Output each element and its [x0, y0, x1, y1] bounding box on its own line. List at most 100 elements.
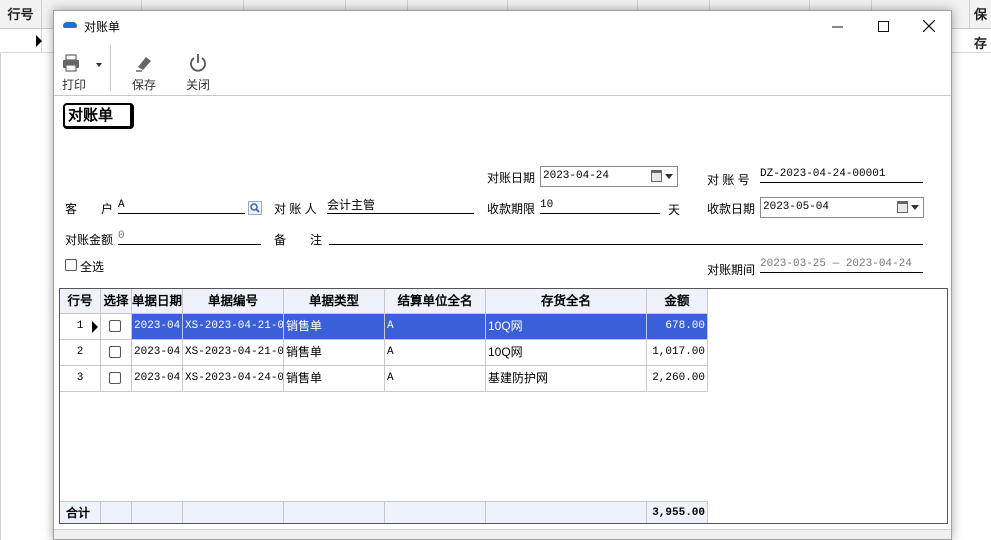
reconcile-date-picker[interactable]: 2023-04-24	[540, 166, 678, 187]
total-cell	[486, 501, 647, 523]
type-cell[interactable]: 销售单	[284, 366, 385, 392]
unit-cell[interactable]: A	[385, 340, 486, 366]
status-bar	[54, 529, 951, 539]
type-cell[interactable]: 销售单	[284, 314, 385, 340]
calendar-icon	[897, 201, 908, 213]
row-no-cell: 2	[60, 340, 101, 366]
total-label: 合计	[60, 501, 101, 523]
column-header-amount[interactable]: 金额	[647, 289, 708, 314]
print-label: 打印	[62, 78, 87, 92]
chevron-down-icon	[96, 63, 102, 67]
reconcile-no-field[interactable]: DZ-2023-04-24-00001	[760, 167, 923, 183]
maximize-button[interactable]	[860, 11, 906, 41]
reconciler-label: 对 账 人	[274, 202, 317, 216]
total-cell	[101, 501, 132, 523]
app-icon	[63, 22, 77, 28]
row-checkbox[interactable]	[109, 320, 121, 332]
collection-period-field[interactable]: 10	[540, 198, 660, 214]
close-button[interactable]: 关闭	[178, 47, 218, 95]
goods-cell[interactable]: 10Q网	[486, 314, 647, 340]
row-checkbox[interactable]	[109, 372, 121, 384]
printer-icon	[63, 54, 102, 72]
column-header-select[interactable]: 选择	[101, 289, 132, 314]
collection-date-label: 收款日期	[707, 202, 756, 216]
date-cell[interactable]: 2023-04-	[132, 366, 183, 392]
reconciler-field[interactable]: 会计主管	[327, 198, 474, 214]
amount-cell[interactable]: 1,017.00	[647, 340, 708, 366]
amount-cell[interactable]: 678.00	[647, 314, 708, 340]
column-header-goods[interactable]: 存货全名	[486, 289, 647, 314]
power-icon	[190, 54, 206, 72]
reconcile-no-label: 对 账 号	[707, 173, 750, 187]
background-col-row-no: 行号	[0, 0, 42, 29]
select-cell	[101, 366, 132, 392]
row-no: 1	[76, 320, 84, 332]
close-icon	[923, 20, 935, 32]
goods-cell[interactable]: 基建防护网	[486, 366, 647, 392]
column-header-date[interactable]: 单据日期	[132, 289, 183, 314]
minimize-icon	[831, 26, 843, 27]
total-cell	[385, 501, 486, 523]
amount-field[interactable]: 0	[118, 229, 261, 245]
collection-date-picker[interactable]: 2023-05-04	[760, 197, 924, 218]
calendar-icon	[651, 170, 662, 182]
column-header-row-no[interactable]: 行号	[60, 289, 101, 314]
goods-cell[interactable]: 10Q网	[486, 340, 647, 366]
minimize-button[interactable]	[814, 11, 860, 41]
reconcile-date-value: 2023-04-24	[543, 170, 610, 182]
save-label: 保存	[131, 78, 156, 92]
select-cell	[101, 314, 132, 340]
unit-cell[interactable]: A	[385, 314, 486, 340]
reconciliation-dialog: 对账单 打印 保存 关闭 对账单 对账日期 2023-04-24 对 账 号 D…	[53, 10, 952, 540]
dialog-title: 对账单	[84, 20, 121, 34]
collection-date-value: 2023-05-04	[763, 201, 830, 213]
total-cell	[284, 501, 385, 523]
row-checkbox[interactable]	[109, 346, 121, 358]
search-icon[interactable]	[248, 201, 262, 215]
column-header-unit[interactable]: 结算单位全名	[385, 289, 486, 314]
total-cell	[183, 501, 284, 523]
dialog-titlebar[interactable]: 对账单	[54, 11, 951, 41]
select-all-label: 全选	[80, 260, 105, 274]
day-unit: 天	[668, 203, 681, 217]
current-row-marker-icon	[92, 321, 98, 333]
unit-cell[interactable]: A	[385, 366, 486, 392]
close-label: 关闭	[185, 78, 210, 92]
chevron-down-icon	[911, 205, 919, 210]
background-col-save: 保存	[970, 0, 991, 51]
total-cell	[132, 501, 183, 523]
code-cell[interactable]: XS-2023-04-21-000	[183, 314, 284, 340]
code-cell[interactable]: XS-2023-04-24-000	[183, 366, 284, 392]
period-field[interactable]: 2023-03-25 — 2023-04-24	[760, 257, 923, 273]
background-row-marker-icon	[36, 35, 42, 47]
remark-field[interactable]	[329, 229, 923, 245]
chevron-down-icon	[665, 174, 673, 179]
toolbar-separator	[110, 45, 111, 91]
period-label: 对账期间	[707, 263, 756, 277]
amount-cell[interactable]: 2,260.00	[647, 366, 708, 392]
print-button[interactable]: 打印	[58, 47, 106, 95]
column-header-code[interactable]: 单据编号	[183, 289, 284, 314]
collection-period-label: 收款期限	[487, 202, 536, 216]
remark-label: 备 注	[274, 233, 323, 247]
date-cell[interactable]: 2023-04-	[132, 314, 183, 340]
customer-field[interactable]: A	[118, 198, 245, 214]
customer-label: 客 户	[65, 202, 114, 216]
code-cell[interactable]: XS-2023-04-21-000	[183, 340, 284, 366]
form-title: 对账单	[63, 103, 134, 129]
select-cell	[101, 340, 132, 366]
total-amount: 3,955.00	[647, 501, 708, 523]
close-window-button[interactable]	[906, 11, 952, 41]
type-cell[interactable]: 销售单	[284, 340, 385, 366]
date-cell[interactable]: 2023-04-	[132, 340, 183, 366]
amount-label: 对账金额	[65, 233, 114, 247]
row-no-cell: 1	[60, 314, 101, 340]
select-all-checkbox[interactable]	[65, 259, 77, 271]
reconcile-date-label: 对账日期	[487, 171, 536, 185]
eraser-icon	[136, 57, 151, 72]
column-header-type[interactable]: 单据类型	[284, 289, 385, 314]
background-grid-body	[0, 53, 1, 540]
save-button[interactable]: 保存	[124, 47, 164, 95]
row-no-cell: 3	[60, 366, 101, 392]
reconciliation-table: 行号 选择 单据日期 单据编号 单据类型 结算单位全名 存货全名 金额 1 20…	[59, 288, 948, 524]
